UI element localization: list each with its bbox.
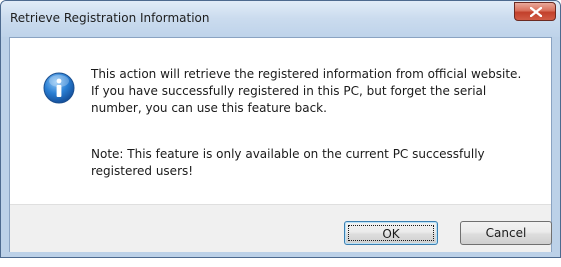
close-x-icon	[530, 7, 542, 17]
ok-button[interactable]: OK	[344, 221, 438, 245]
message-paragraph-2: Note: This feature is only available on …	[91, 147, 485, 178]
cancel-button[interactable]: Cancel	[460, 221, 552, 245]
screenshot-page: Retrieve Registration Information This a…	[0, 0, 561, 267]
dialog-window: Retrieve Registration Information This a…	[0, 0, 561, 258]
info-icon	[43, 72, 75, 104]
ok-button-label: OK	[348, 225, 434, 241]
title-bar[interactable]: Retrieve Registration Information	[1, 1, 560, 37]
message-paragraph-1: This action will retrieve the registered…	[91, 67, 522, 115]
close-button[interactable]	[514, 2, 556, 21]
window-title: Retrieve Registration Information	[10, 11, 210, 25]
